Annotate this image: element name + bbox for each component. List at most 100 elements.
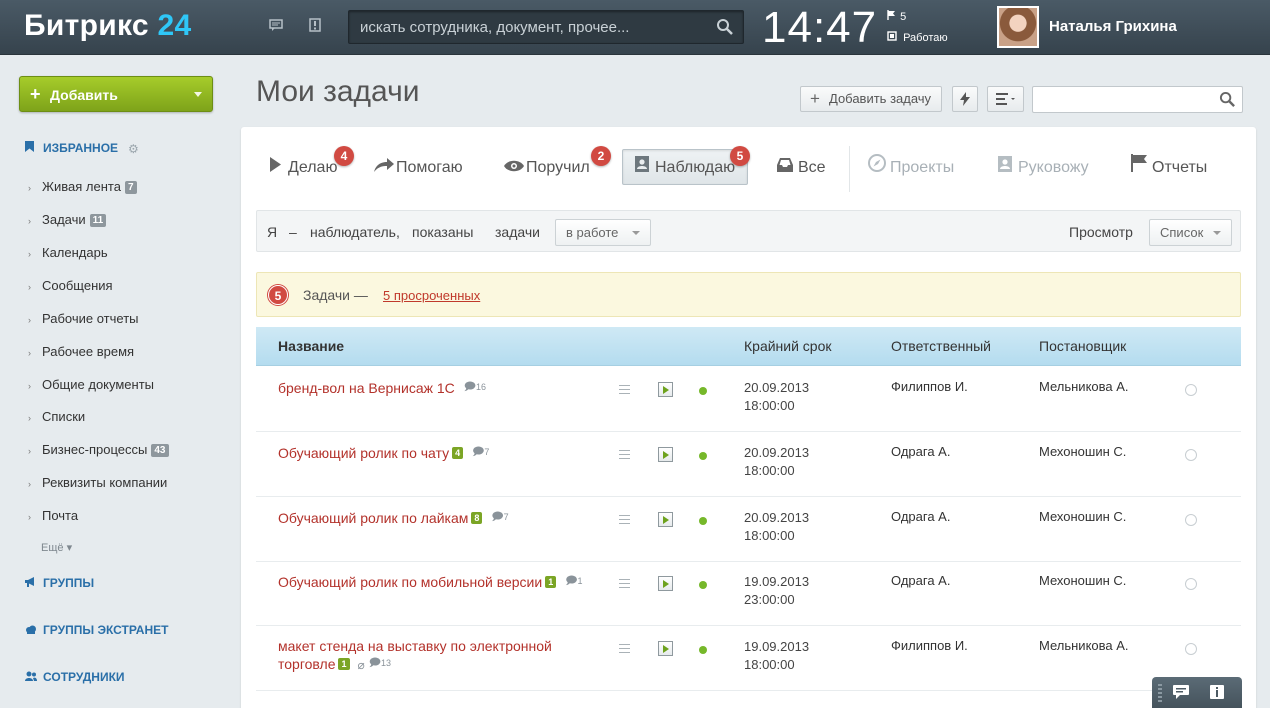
task-link[interactable]: бренд-вол на Вернисаж 1С: [278, 380, 455, 396]
responsible[interactable]: Филиппов И.: [891, 638, 968, 653]
tab-helping[interactable]: Помогаю: [374, 150, 463, 186]
extranet-section[interactable]: ГРУППЫ ЭКСТРАНЕТ: [25, 623, 168, 637]
clock[interactable]: 14:47: [762, 3, 877, 53]
sidebar-item-worktime[interactable]: › Рабочее время: [28, 343, 134, 361]
sidebar-item-requisites[interactable]: › Реквизиты компании: [28, 474, 167, 492]
add-button[interactable]: + Добавить: [19, 76, 213, 112]
complete-checkbox[interactable]: [1185, 514, 1197, 526]
comment-icon: 🗩: [565, 575, 578, 587]
tab-watching-badge: 5: [730, 146, 750, 166]
list-options-button[interactable]: [987, 86, 1024, 112]
drag-handle-icon[interactable]: [1158, 684, 1162, 702]
bullet-icon: ›: [28, 282, 31, 292]
view-dropdown[interactable]: Список: [1149, 219, 1232, 246]
chevron-down-icon[interactable]: [194, 92, 202, 97]
task-menu-icon[interactable]: [619, 579, 630, 588]
search-icon[interactable]: [716, 18, 734, 36]
play-icon: [266, 150, 284, 186]
author[interactable]: Мехоношин С.: [1039, 509, 1126, 524]
sidebar-item-reports[interactable]: › Рабочие отчеты: [28, 310, 139, 328]
sidebar-item-mail[interactable]: › Почта: [28, 507, 78, 525]
status-dropdown[interactable]: в работе: [555, 219, 651, 246]
responsible[interactable]: Одрага А.: [891, 444, 950, 459]
complete-checkbox[interactable]: [1185, 449, 1197, 461]
author[interactable]: Мехоношин С.: [1039, 444, 1126, 459]
col-author[interactable]: Постановщик: [1039, 338, 1126, 354]
sidebar-more[interactable]: Ещё ▾: [41, 541, 72, 554]
col-deadline[interactable]: Крайний срок: [744, 338, 832, 354]
work-status[interactable]: Работаю: [887, 31, 948, 44]
status-dot: [699, 517, 707, 525]
messages-icon[interactable]: [267, 18, 285, 36]
start-task-icon[interactable]: [658, 512, 673, 527]
task-title-cell: Обучающий ролик по мобильной версии 1 🗩1: [278, 573, 593, 591]
tab-managing[interactable]: Руковожу: [996, 150, 1089, 186]
complete-checkbox[interactable]: [1185, 643, 1197, 655]
status-dot: [699, 581, 707, 589]
overdue-text: Задачи —: [303, 287, 368, 303]
start-task-icon[interactable]: [658, 576, 673, 591]
responsible[interactable]: Филиппов И.: [891, 379, 968, 394]
task-search-input[interactable]: [1033, 87, 1213, 112]
tab-assigned[interactable]: Поручил: [504, 150, 590, 186]
task-menu-icon[interactable]: [619, 515, 630, 524]
sidebar-item-feed[interactable]: › Живая лента 7: [28, 178, 137, 196]
task-link[interactable]: Обучающий ролик по чату: [278, 445, 449, 461]
sidebar-item-tasks[interactable]: › Задачи 11: [28, 211, 107, 229]
gear-icon[interactable]: ⚙: [128, 142, 139, 156]
counter-badge: 1: [338, 658, 350, 670]
task-menu-icon[interactable]: [619, 644, 630, 653]
col-responsible[interactable]: Ответственный: [891, 338, 991, 354]
start-task-icon[interactable]: [658, 382, 673, 397]
chat-icon[interactable]: [1172, 685, 1190, 700]
favorites-section[interactable]: ИЗБРАННОЕ: [25, 141, 118, 155]
author[interactable]: Мельникова А.: [1039, 379, 1129, 394]
task-link[interactable]: макет стенда на выставку по электронной …: [278, 638, 552, 672]
author[interactable]: Мехоношин С.: [1039, 573, 1126, 588]
sidebar-item-lists[interactable]: › Списки: [28, 408, 85, 426]
info-icon[interactable]: [1208, 685, 1226, 700]
task-link[interactable]: Обучающий ролик по лайкам: [278, 510, 468, 526]
quick-task-button[interactable]: [952, 86, 978, 112]
complete-checkbox[interactable]: [1185, 578, 1197, 590]
tab-projects[interactable]: Проекты: [868, 150, 954, 186]
employees-section[interactable]: СОТРУДНИКИ: [25, 670, 125, 684]
table-row: макет стенда на выставку по электронной …: [256, 626, 1241, 691]
top-header: Битрикс 24 14:47 5 Работаю Наталья Грихи…: [0, 0, 1270, 55]
comment-icon: 🗩: [472, 446, 485, 458]
tab-doing[interactable]: Делаю: [266, 150, 337, 186]
sidebar-item-bizproc[interactable]: › Бизнес-процессы 43: [28, 441, 169, 459]
task-link[interactable]: Обучающий ролик по мобильной версии: [278, 574, 542, 590]
logo[interactable]: Битрикс 24: [24, 9, 192, 43]
task-menu-icon[interactable]: [619, 450, 630, 459]
flag-counter[interactable]: 5: [887, 10, 906, 23]
task-search[interactable]: [1032, 86, 1243, 113]
sidebar-item-calendar[interactable]: › Календарь: [28, 244, 108, 262]
col-name[interactable]: Название: [278, 338, 344, 354]
responsible[interactable]: Одрага А.: [891, 573, 950, 588]
complete-checkbox[interactable]: [1185, 384, 1197, 396]
start-task-icon[interactable]: [658, 447, 673, 462]
search-icon[interactable]: [1219, 91, 1236, 108]
overdue-link[interactable]: 5 просроченных: [383, 288, 480, 303]
sidebar-item-messages[interactable]: › Сообщения: [28, 277, 113, 295]
sidebar-item-documents[interactable]: › Общие документы: [28, 376, 154, 394]
deadline: 20.09.2013 18:00:00: [744, 380, 810, 413]
author[interactable]: Мельникова А.: [1039, 638, 1129, 653]
comments-count: 🗩7: [491, 511, 509, 523]
tab-divider: [849, 146, 850, 192]
tab-reports[interactable]: Отчеты: [1130, 150, 1207, 186]
counter-badge: 1: [545, 576, 557, 588]
tab-all[interactable]: Все: [776, 150, 826, 186]
bullet-icon: ›: [28, 348, 31, 358]
add-task-button[interactable]: + Добавить задачу: [800, 86, 942, 112]
global-search[interactable]: [348, 10, 744, 44]
avatar[interactable]: [997, 6, 1039, 48]
global-search-input[interactable]: [349, 11, 709, 43]
groups-section[interactable]: ГРУППЫ: [25, 576, 94, 590]
notifications-icon[interactable]: [306, 18, 324, 36]
start-task-icon[interactable]: [658, 641, 673, 656]
user-name[interactable]: Наталья Грихина: [1049, 18, 1177, 35]
task-menu-icon[interactable]: [619, 385, 630, 394]
responsible[interactable]: Одрага А.: [891, 509, 950, 524]
